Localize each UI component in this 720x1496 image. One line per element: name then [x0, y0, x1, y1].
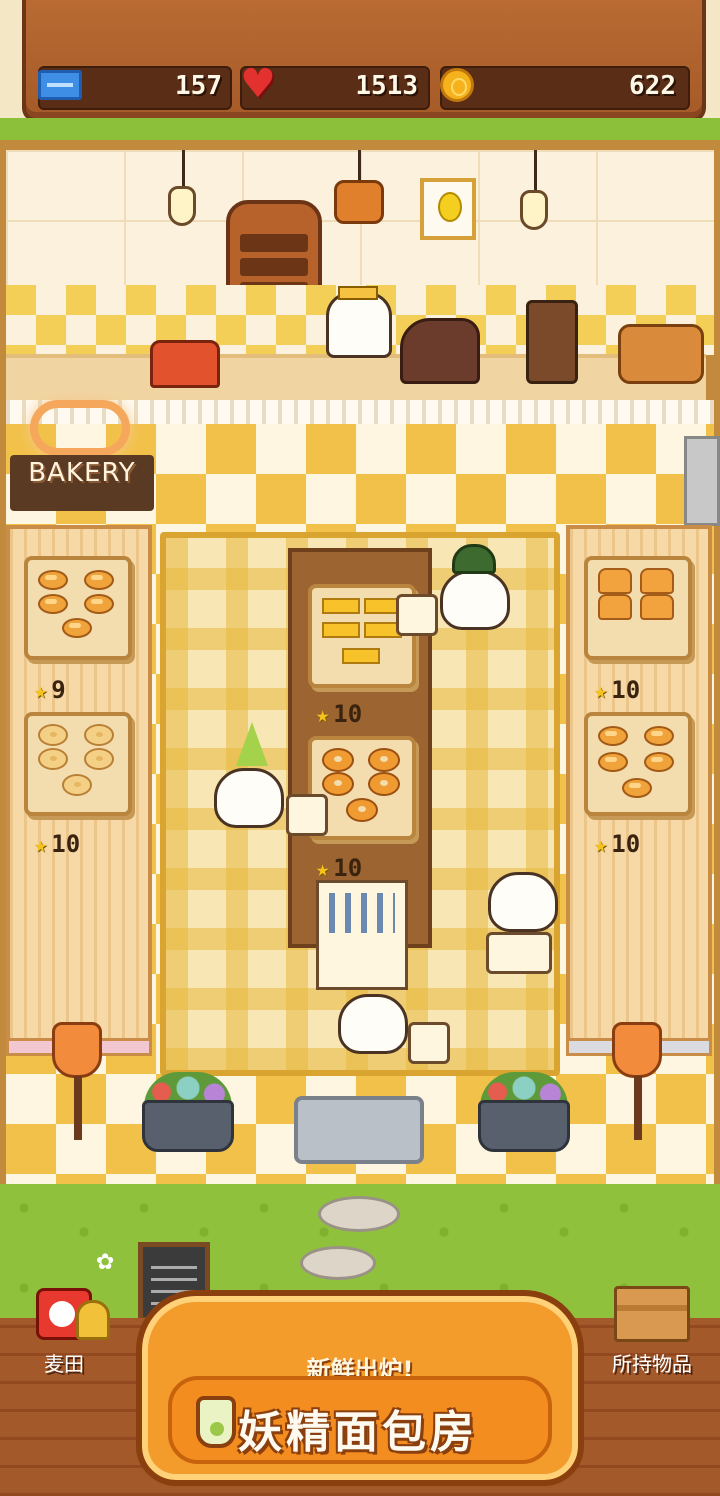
star-icon: ★	[316, 857, 330, 882]
title-banner: 新鲜出炉! 妖精面包房	[136, 1290, 584, 1486]
coins-count: 622	[629, 71, 676, 101]
flour-bag-icon	[400, 318, 480, 384]
ticket-icon	[38, 70, 82, 100]
customer-fairy[interactable]	[338, 994, 408, 1054]
tray-loaf-buns[interactable]	[584, 556, 692, 660]
stepping-stone	[318, 1196, 400, 1232]
lamp-pole	[74, 1076, 82, 1140]
wheat-field-button[interactable]: 麦田	[14, 1288, 114, 1378]
coin-icon	[440, 68, 474, 102]
wheat-field-label: 麦田	[44, 1352, 84, 1376]
stock-center-middle: ★ 10	[316, 854, 363, 882]
star-icon: ★	[34, 679, 48, 704]
lemon-picture-icon	[420, 178, 476, 240]
star-icon: ★	[594, 833, 608, 858]
cat-lamp-icon	[52, 1022, 102, 1078]
stock-right-bottom: ★ 10	[594, 830, 641, 858]
plate-icon	[486, 932, 552, 974]
tray-bread-rolls[interactable]	[24, 556, 132, 660]
tray-bagels[interactable]	[24, 712, 132, 816]
coffee-grinder-icon	[526, 300, 578, 384]
lamp-cord	[182, 150, 185, 186]
bottle-icon	[196, 1396, 236, 1448]
jars-icon	[618, 324, 704, 384]
hearts-count: 1513	[355, 71, 418, 101]
plate-icon	[286, 794, 328, 836]
customer-fairy[interactable]	[440, 570, 510, 630]
inventory-button[interactable]: 所持物品	[598, 1286, 706, 1378]
star-icon: ★	[594, 679, 608, 704]
planter-icon	[142, 1100, 234, 1152]
heart-icon: ♥	[240, 61, 276, 107]
tickets-count: 157	[175, 71, 222, 101]
stepping-stone	[300, 1246, 376, 1280]
cat-lamp-icon	[612, 1022, 662, 1078]
stock-right-top: ★ 10	[594, 676, 641, 704]
bakery-sign: BAKERY	[28, 458, 136, 488]
stock-left-bottom: ★ 10	[34, 830, 81, 858]
box-icon	[614, 1286, 690, 1342]
customer-fairy[interactable]	[488, 872, 558, 932]
customer-fairy[interactable]	[214, 768, 284, 828]
tray-cream-rolls[interactable]	[584, 712, 692, 816]
telephone-icon[interactable]	[150, 340, 220, 388]
cat-lantern-icon	[334, 180, 384, 224]
shopkeeper-fairy[interactable]	[326, 292, 392, 358]
stock-center-top: ★ 10	[316, 700, 363, 728]
plate-icon	[396, 594, 438, 636]
party-hat-icon	[236, 722, 268, 766]
star-icon: ★	[316, 703, 330, 728]
game-title: 妖精面包房	[238, 1407, 478, 1458]
planter-icon	[478, 1100, 570, 1152]
lamp-pole	[634, 1076, 642, 1140]
crown-icon	[338, 286, 378, 300]
plate-icon	[408, 1022, 450, 1064]
lamp-cord	[534, 150, 537, 190]
stock-left-top: ★ 9	[34, 676, 66, 704]
hat-icon	[452, 544, 496, 574]
inventory-label: 所持物品	[612, 1352, 692, 1376]
pretzel-sign-icon	[30, 400, 130, 456]
side-door	[684, 436, 720, 526]
cutlery-stand[interactable]	[316, 880, 408, 990]
star-icon: ★	[34, 833, 48, 858]
flower-icon: ✿	[96, 1250, 115, 1275]
doormat	[294, 1096, 424, 1164]
hanging-lamp-icon	[520, 190, 548, 230]
hanging-lamp-icon	[168, 186, 196, 226]
wheat-icon	[76, 1300, 110, 1340]
lamp-cord	[358, 150, 361, 180]
